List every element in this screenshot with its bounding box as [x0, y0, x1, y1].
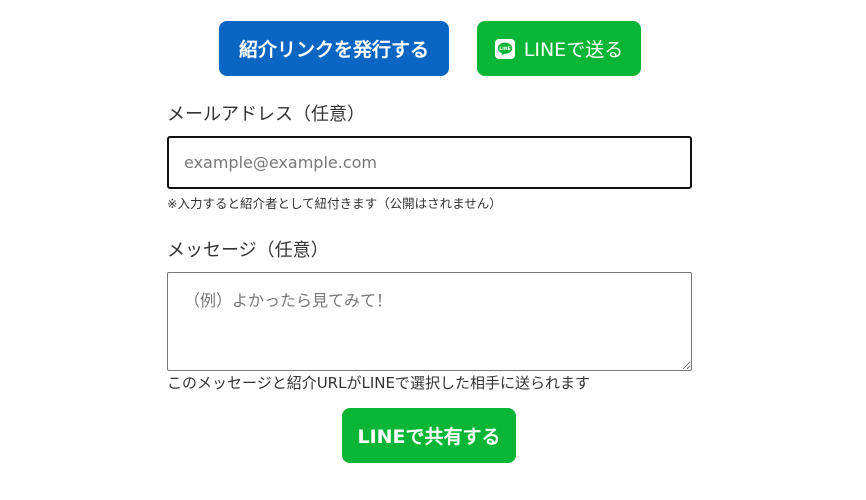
issue-referral-link-button[interactable]: 紹介リンクを発行する — [219, 21, 449, 76]
message-field-label: メッセージ（任意） — [167, 240, 329, 261]
send-via-line-button[interactable]: LINE LINEで送る — [477, 21, 641, 76]
line-logo-icon: LINE — [494, 38, 515, 59]
email-field[interactable] — [167, 136, 692, 189]
email-field-note: ※入力すると紹介者として紐付きます（公開はされません） — [167, 196, 502, 211]
send-via-line-label: LINEで送る — [523, 39, 624, 61]
email-field-label: メールアドレス（任意） — [167, 104, 365, 125]
message-field[interactable] — [167, 272, 692, 371]
top-actions: 紹介リンクを発行する LINE LINEで送る — [0, 21, 866, 76]
share-description: このメッセージと紹介URLがLINEで選択した相手に送られます — [167, 374, 590, 392]
share-on-line-button[interactable]: LINEで共有する — [342, 408, 516, 463]
svg-text:LINE: LINE — [499, 46, 511, 52]
issue-referral-link-label: 紹介リンクを発行する — [238, 39, 429, 61]
share-on-line-label: LINEで共有する — [357, 426, 501, 448]
